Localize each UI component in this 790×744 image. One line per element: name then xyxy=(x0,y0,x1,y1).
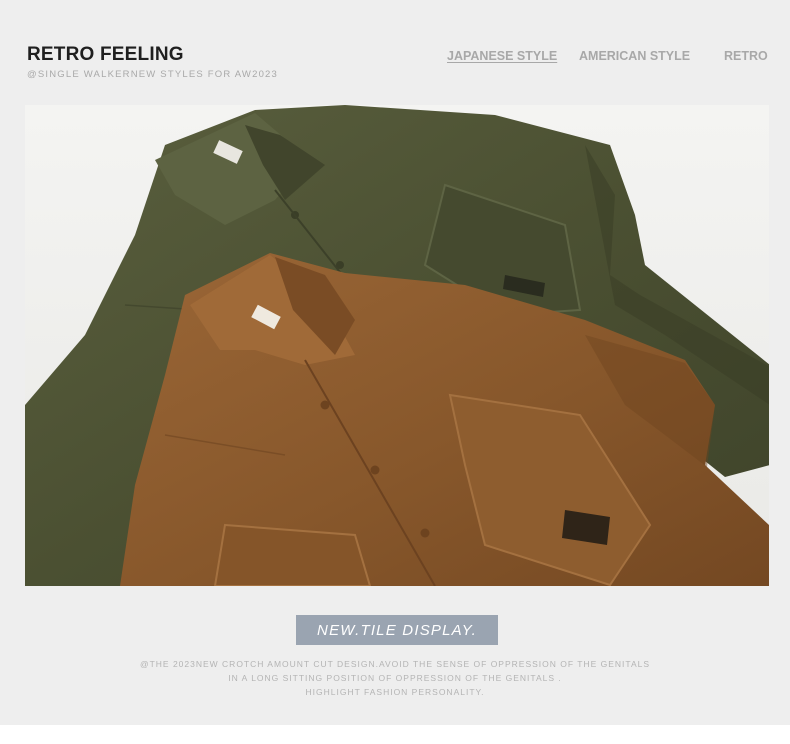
page-subtitle: @SINGLE WALKERNEW STYLES FOR AW2023 xyxy=(27,69,279,80)
description-line-1: @THE 2023NEW CROTCH AMOUNT CUT DESIGN.AV… xyxy=(139,659,651,669)
tab-japanese-style[interactable]: JAPANESE STYLE xyxy=(447,49,557,63)
product-photo xyxy=(25,105,769,586)
shirts-illustration xyxy=(25,105,769,586)
description-line-3: HIGHLIGHT FASHION PERSONALITY. xyxy=(305,687,485,697)
tab-retro[interactable]: RETRO xyxy=(724,49,768,63)
description-line-2: IN A LONG SITTING POSITION OF OPPRESSION… xyxy=(228,673,562,683)
page-title: RETRO FEELING xyxy=(27,44,184,65)
tab-american-style[interactable]: AMERICAN STYLE xyxy=(579,49,690,63)
new-tile-display-badge: NEW.TILE DISPLAY. xyxy=(296,615,498,645)
product-panel: RETRO FEELING @SINGLE WALKERNEW STYLES F… xyxy=(0,0,790,725)
